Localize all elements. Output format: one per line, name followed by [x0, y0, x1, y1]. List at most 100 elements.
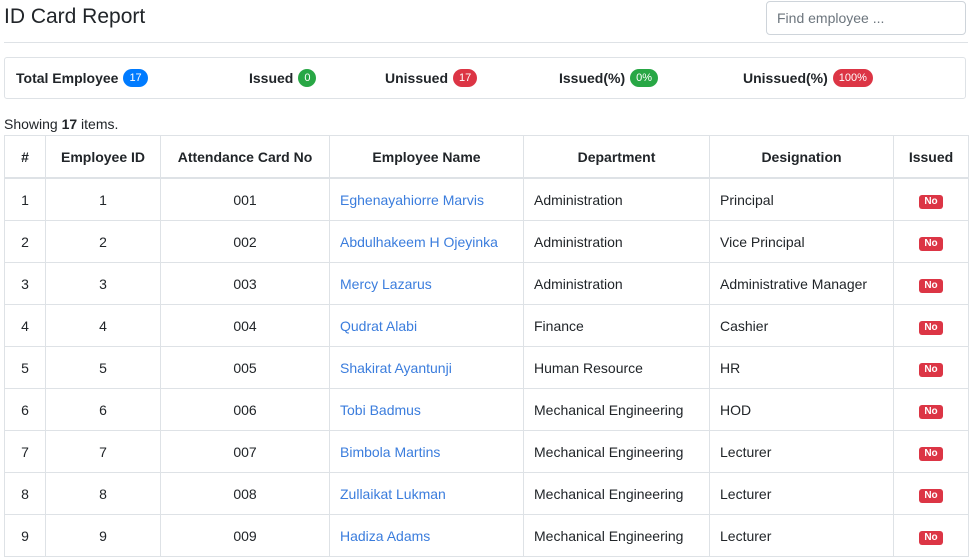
cell-employee-id: 9 — [45, 514, 161, 557]
cell-designation: Lecturer — [709, 430, 894, 473]
cell-designation: HR — [709, 346, 894, 389]
summary-issued: Issued 0 — [249, 69, 317, 87]
employee-name-link[interactable]: Abdulhakeem H Ojeyinka — [340, 234, 498, 250]
table-body: 1 1 001 Eghenayahiorre Marvis Administration… — [4, 177, 969, 557]
cell-employee-id: 4 — [45, 304, 161, 347]
total-employee-badge: 17 — [123, 69, 148, 87]
search-input[interactable] — [766, 1, 966, 35]
cell-designation: Lecturer — [709, 472, 894, 515]
summary-issued-pct-label: Issued(%) — [559, 70, 626, 86]
cell-designation: Cashier — [709, 304, 894, 347]
cell-designation: Administrative Manager — [709, 262, 894, 305]
summary-unissued-pct-label: Unissued(%) — [743, 70, 828, 86]
cell-number: 2 — [4, 220, 46, 263]
cell-issued: No — [893, 346, 969, 389]
cell-employee-id: 5 — [45, 346, 161, 389]
employee-name-link[interactable]: Tobi Badmus — [340, 402, 421, 418]
cell-issued: No — [893, 472, 969, 515]
col-header-employee-id[interactable]: Employee ID — [45, 135, 161, 179]
cell-designation: Principal — [709, 177, 894, 221]
employee-name-link[interactable]: Qudrat Alabi — [340, 318, 417, 334]
issued-status-badge: No — [919, 278, 943, 293]
summary-issued-pct: Issued(%) 0% — [559, 69, 659, 87]
cell-employee-name: Tobi Badmus — [329, 388, 524, 431]
table-row: 6 6 006 Tobi Badmus Mechanical Engineering HO… — [4, 388, 969, 431]
summary-unissued-pct: Unissued(%) 100% — [743, 69, 873, 87]
cell-number: 9 — [4, 514, 46, 557]
cell-card-no: 006 — [160, 388, 330, 431]
cell-issued: No — [893, 304, 969, 347]
cell-department: Human Resource — [523, 346, 710, 389]
issued-badge: 0 — [298, 69, 317, 87]
table-row: 8 8 008 Zullaikat Lukman Mechanical Engineer… — [4, 472, 969, 515]
cell-department: Administration — [523, 262, 710, 305]
cell-employee-name: Shakirat Ayantunji — [329, 346, 524, 389]
cell-employee-name: Zullaikat Lukman — [329, 472, 524, 515]
issued-status-badge: No — [919, 530, 943, 545]
summary-unissued-label: Unissued — [385, 70, 449, 86]
cell-employee-id: 2 — [45, 220, 161, 263]
cell-employee-name: Hadiza Adams — [329, 514, 524, 557]
cell-card-no: 002 — [160, 220, 330, 263]
cell-card-no: 005 — [160, 346, 330, 389]
cell-designation: HOD — [709, 388, 894, 431]
page-header: ID Card Report — [4, 0, 968, 43]
cell-issued: No — [893, 220, 969, 263]
cell-designation: Vice Principal — [709, 220, 894, 263]
table-row: 3 3 003 Mercy Lazarus Administration Administ… — [4, 262, 969, 305]
summary-issued-label: Issued — [249, 70, 294, 86]
cell-issued: No — [893, 177, 969, 221]
cell-employee-name: Eghenayahiorre Marvis — [329, 177, 524, 221]
col-header-card-no[interactable]: Attendance Card No — [160, 135, 330, 179]
cell-department: Mechanical Engineering — [523, 514, 710, 557]
cell-employee-id: 8 — [45, 472, 161, 515]
table-header-row: # Employee ID Attendance Card No Employe… — [4, 135, 969, 179]
col-header-employee-name[interactable]: Employee Name — [329, 135, 524, 179]
showing-count: 17 — [61, 116, 78, 132]
summary-total-label: Total Employee — [16, 70, 119, 86]
table-row: 9 9 009 Hadiza Adams Mechanical Engineering L… — [4, 514, 969, 557]
col-header-designation[interactable]: Designation — [709, 135, 894, 179]
employee-name-link[interactable]: Hadiza Adams — [340, 528, 430, 544]
cell-number: 5 — [4, 346, 46, 389]
summary-card: Total Employee 17 Issued 0 Unissued 17 I… — [4, 57, 966, 99]
issued-status-badge: No — [919, 404, 943, 419]
col-header-number[interactable]: # — [4, 135, 46, 179]
cell-card-no: 003 — [160, 262, 330, 305]
employee-table: # Employee ID Attendance Card No Employe… — [4, 135, 969, 557]
cell-issued: No — [893, 262, 969, 305]
col-header-issued[interactable]: Issued — [893, 135, 969, 179]
cell-department: Finance — [523, 304, 710, 347]
cell-issued: No — [893, 388, 969, 431]
cell-employee-name: Bimbola Martins — [329, 430, 524, 473]
cell-department: Mechanical Engineering — [523, 430, 710, 473]
unissued-badge: 17 — [453, 69, 478, 87]
issued-status-badge: No — [919, 320, 943, 335]
showing-prefix: Showing — [4, 116, 62, 132]
table-row: 2 2 002 Abdulhakeem H Ojeyinka Administratio… — [4, 220, 969, 263]
table-row: 1 1 001 Eghenayahiorre Marvis Administration… — [4, 177, 969, 221]
cell-employee-name: Qudrat Alabi — [329, 304, 524, 347]
cell-card-no: 001 — [160, 177, 330, 221]
issued-status-badge: No — [919, 446, 943, 461]
showing-suffix: items. — [77, 116, 119, 132]
cell-employee-name: Abdulhakeem H Ojeyinka — [329, 220, 524, 263]
employee-name-link[interactable]: Bimbola Martins — [340, 444, 440, 460]
cell-number: 7 — [4, 430, 46, 473]
employee-name-link[interactable]: Mercy Lazarus — [340, 276, 432, 292]
col-header-department[interactable]: Department — [523, 135, 710, 179]
cell-card-no: 009 — [160, 514, 330, 557]
cell-department: Administration — [523, 220, 710, 263]
cell-department: Mechanical Engineering — [523, 388, 710, 431]
cell-employee-id: 1 — [45, 177, 161, 221]
employee-name-link[interactable]: Zullaikat Lukman — [340, 486, 446, 502]
cell-number: 8 — [4, 472, 46, 515]
table-row: 4 4 004 Qudrat Alabi Finance Cashier No — [4, 304, 969, 347]
summary-total: Total Employee 17 — [16, 69, 148, 87]
cell-issued: No — [893, 514, 969, 557]
employee-name-link[interactable]: Shakirat Ayantunji — [340, 360, 452, 376]
cell-employee-id: 7 — [45, 430, 161, 473]
cell-card-no: 008 — [160, 472, 330, 515]
page-title: ID Card Report — [4, 5, 146, 28]
employee-name-link[interactable]: Eghenayahiorre Marvis — [340, 192, 484, 208]
